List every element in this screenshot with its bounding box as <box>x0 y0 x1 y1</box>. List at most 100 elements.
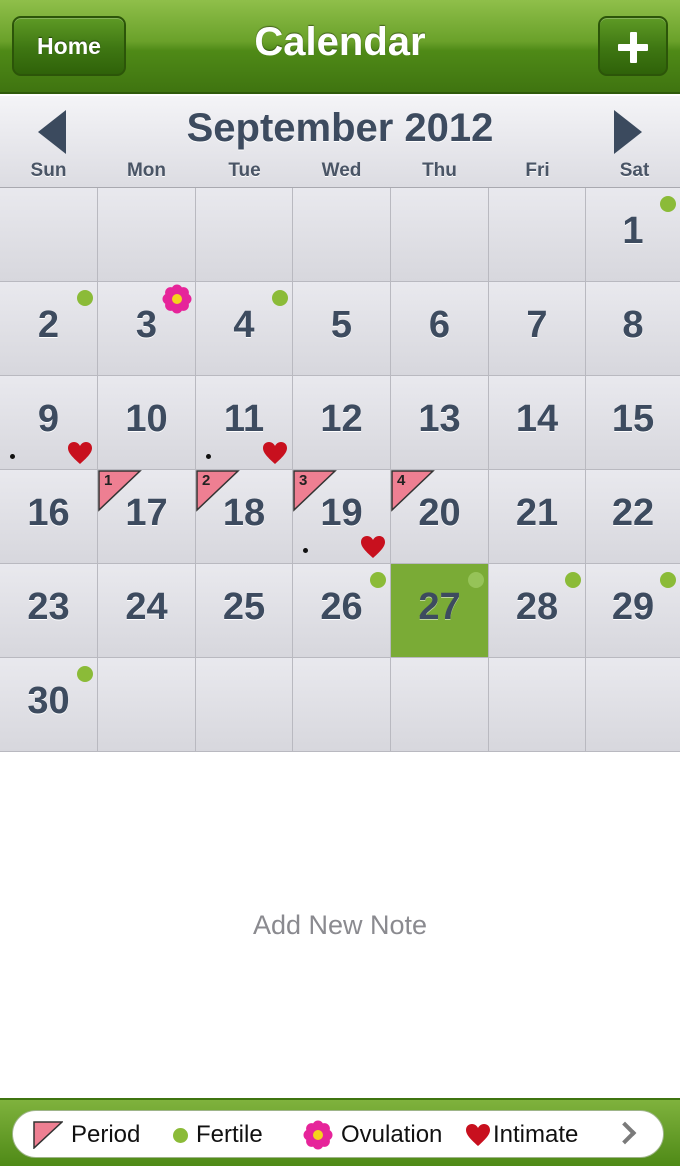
legend[interactable]: Period Fertile Ovulation Intimate <box>12 1110 664 1158</box>
day-cell[interactable]: 13 <box>391 376 488 469</box>
day-cell[interactable]: 22 <box>586 470 680 563</box>
day-number: 21 <box>515 492 559 534</box>
day-number: 8 <box>622 304 644 346</box>
legend-period-label: Period <box>71 1121 141 1148</box>
day-number: 19 <box>320 492 363 534</box>
page-title: Calendar <box>254 20 426 64</box>
day-number: 1 <box>622 210 644 252</box>
day-number: 6 <box>428 304 451 346</box>
day-cell[interactable]: 7 <box>489 282 585 375</box>
day-cell[interactable]: 21 <box>489 470 585 563</box>
legend-intimate: Intimate <box>465 1121 595 1149</box>
day-cell[interactable]: 26 <box>293 564 390 657</box>
day-number: 30 <box>27 680 70 722</box>
fertile-dot-icon <box>660 572 676 588</box>
day-cell[interactable]: 11 <box>196 376 292 469</box>
day-cell[interactable]: 14 <box>489 376 585 469</box>
weekday-header: Sun Mon Tue Wed Thu Fri Sat <box>0 160 680 184</box>
day-number: 25 <box>222 586 266 628</box>
heart-icon <box>361 536 385 558</box>
day-cell[interactable]: 1 17 <box>98 470 195 563</box>
day-cell[interactable]: 12 <box>293 376 390 469</box>
weekday-label: Mon <box>126 160 167 181</box>
note-indicator-dot <box>10 454 15 459</box>
day-cell[interactable]: 1 <box>586 188 680 281</box>
day-cell[interactable]: 3 19 <box>293 470 390 563</box>
legend-period: Period <box>33 1121 143 1149</box>
legend-bar: Period Fertile Ovulation Intimate <box>0 1098 680 1166</box>
day-number: 11 <box>223 398 265 440</box>
period-day-number: 3 <box>299 472 308 489</box>
day-number: 14 <box>515 398 559 440</box>
day-number: 28 <box>515 586 559 628</box>
day-cell[interactable]: 4 <box>196 282 292 375</box>
day-cell[interactable]: 2 18 <box>196 470 292 563</box>
navigation-bar: Home Calendar <box>0 0 680 94</box>
day-number: 23 <box>27 586 70 628</box>
fertile-dot-icon <box>77 290 93 306</box>
calendar-grid: 1 2 3 4 5 6 7 8 9 10 11 12 13 14 15 16 1 17 2 18 3 19 4 20 21 22 2… <box>0 188 680 752</box>
note-area[interactable]: Add New Note <box>0 752 680 1098</box>
day-number: 18 <box>222 492 266 534</box>
weekday-label: Sun <box>30 160 67 181</box>
day-number: 10 <box>125 398 168 440</box>
fertile-dot-icon <box>565 572 581 588</box>
day-cell[interactable]: 9 <box>0 376 97 469</box>
day-cell[interactable]: 15 <box>586 376 680 469</box>
fertile-dot-icon <box>77 666 93 682</box>
period-day-number: 1 <box>104 472 113 489</box>
empty-day-cell <box>0 188 97 281</box>
day-number: 20 <box>418 492 461 534</box>
empty-day-cell <box>586 658 680 751</box>
day-cell[interactable]: 4 20 <box>391 470 488 563</box>
chevron-right-icon[interactable] <box>613 1121 637 1145</box>
empty-day-cell <box>293 188 390 281</box>
day-cell[interactable]: 8 <box>586 282 680 375</box>
weekday-label: Tue <box>228 160 261 181</box>
day-cell[interactable]: 6 <box>391 282 488 375</box>
day-cell[interactable]: 28 <box>489 564 585 657</box>
previous-month-icon[interactable] <box>38 110 66 154</box>
day-number: 17 <box>125 492 168 534</box>
note-indicator-dot <box>303 548 308 553</box>
add-new-note-button[interactable]: Add New Note <box>0 910 680 941</box>
day-number: 29 <box>611 586 655 628</box>
day-cell[interactable]: 10 <box>98 376 195 469</box>
day-number: 15 <box>611 398 655 440</box>
day-cell[interactable]: 25 <box>196 564 292 657</box>
legend-intimate-label: Intimate <box>493 1121 579 1148</box>
weekday-label: Sat <box>619 160 650 181</box>
empty-day-cell <box>489 188 585 281</box>
empty-day-cell <box>293 658 390 751</box>
day-cell[interactable]: 3 <box>98 282 195 375</box>
fertile-dot-icon <box>660 196 676 212</box>
weekday-label: Fri <box>525 160 550 181</box>
empty-day-cell <box>98 658 195 751</box>
legend-ovulation-label: Ovulation <box>341 1121 443 1148</box>
month-title: September 2012 <box>186 106 494 150</box>
day-number: 9 <box>37 398 60 440</box>
day-cell[interactable]: 30 <box>0 658 97 751</box>
day-cell[interactable]: 29 <box>586 564 680 657</box>
fertile-dot-icon <box>173 1128 188 1143</box>
day-cell[interactable]: 23 <box>0 564 97 657</box>
add-button[interactable] <box>598 16 668 76</box>
empty-day-cell <box>391 658 488 751</box>
period-day-number: 2 <box>202 472 211 489</box>
day-cell-selected[interactable]: 27 <box>391 564 488 657</box>
plus-icon-vertical-stroke <box>629 32 637 63</box>
day-number: 12 <box>320 398 363 440</box>
day-number: 24 <box>125 586 168 628</box>
heart-icon <box>466 1124 490 1146</box>
day-cell[interactable]: 16 <box>0 470 97 563</box>
weekday-label: Wed <box>321 160 362 181</box>
weekday-label: Thu <box>422 160 457 181</box>
day-number: 13 <box>418 398 461 440</box>
day-cell[interactable]: 2 <box>0 282 97 375</box>
note-indicator-dot <box>206 454 211 459</box>
next-month-icon[interactable] <box>614 110 642 154</box>
day-cell[interactable]: 24 <box>98 564 195 657</box>
day-cell[interactable]: 5 <box>293 282 390 375</box>
period-icon <box>33 1121 63 1149</box>
legend-ovulation: Ovulation <box>303 1120 453 1150</box>
